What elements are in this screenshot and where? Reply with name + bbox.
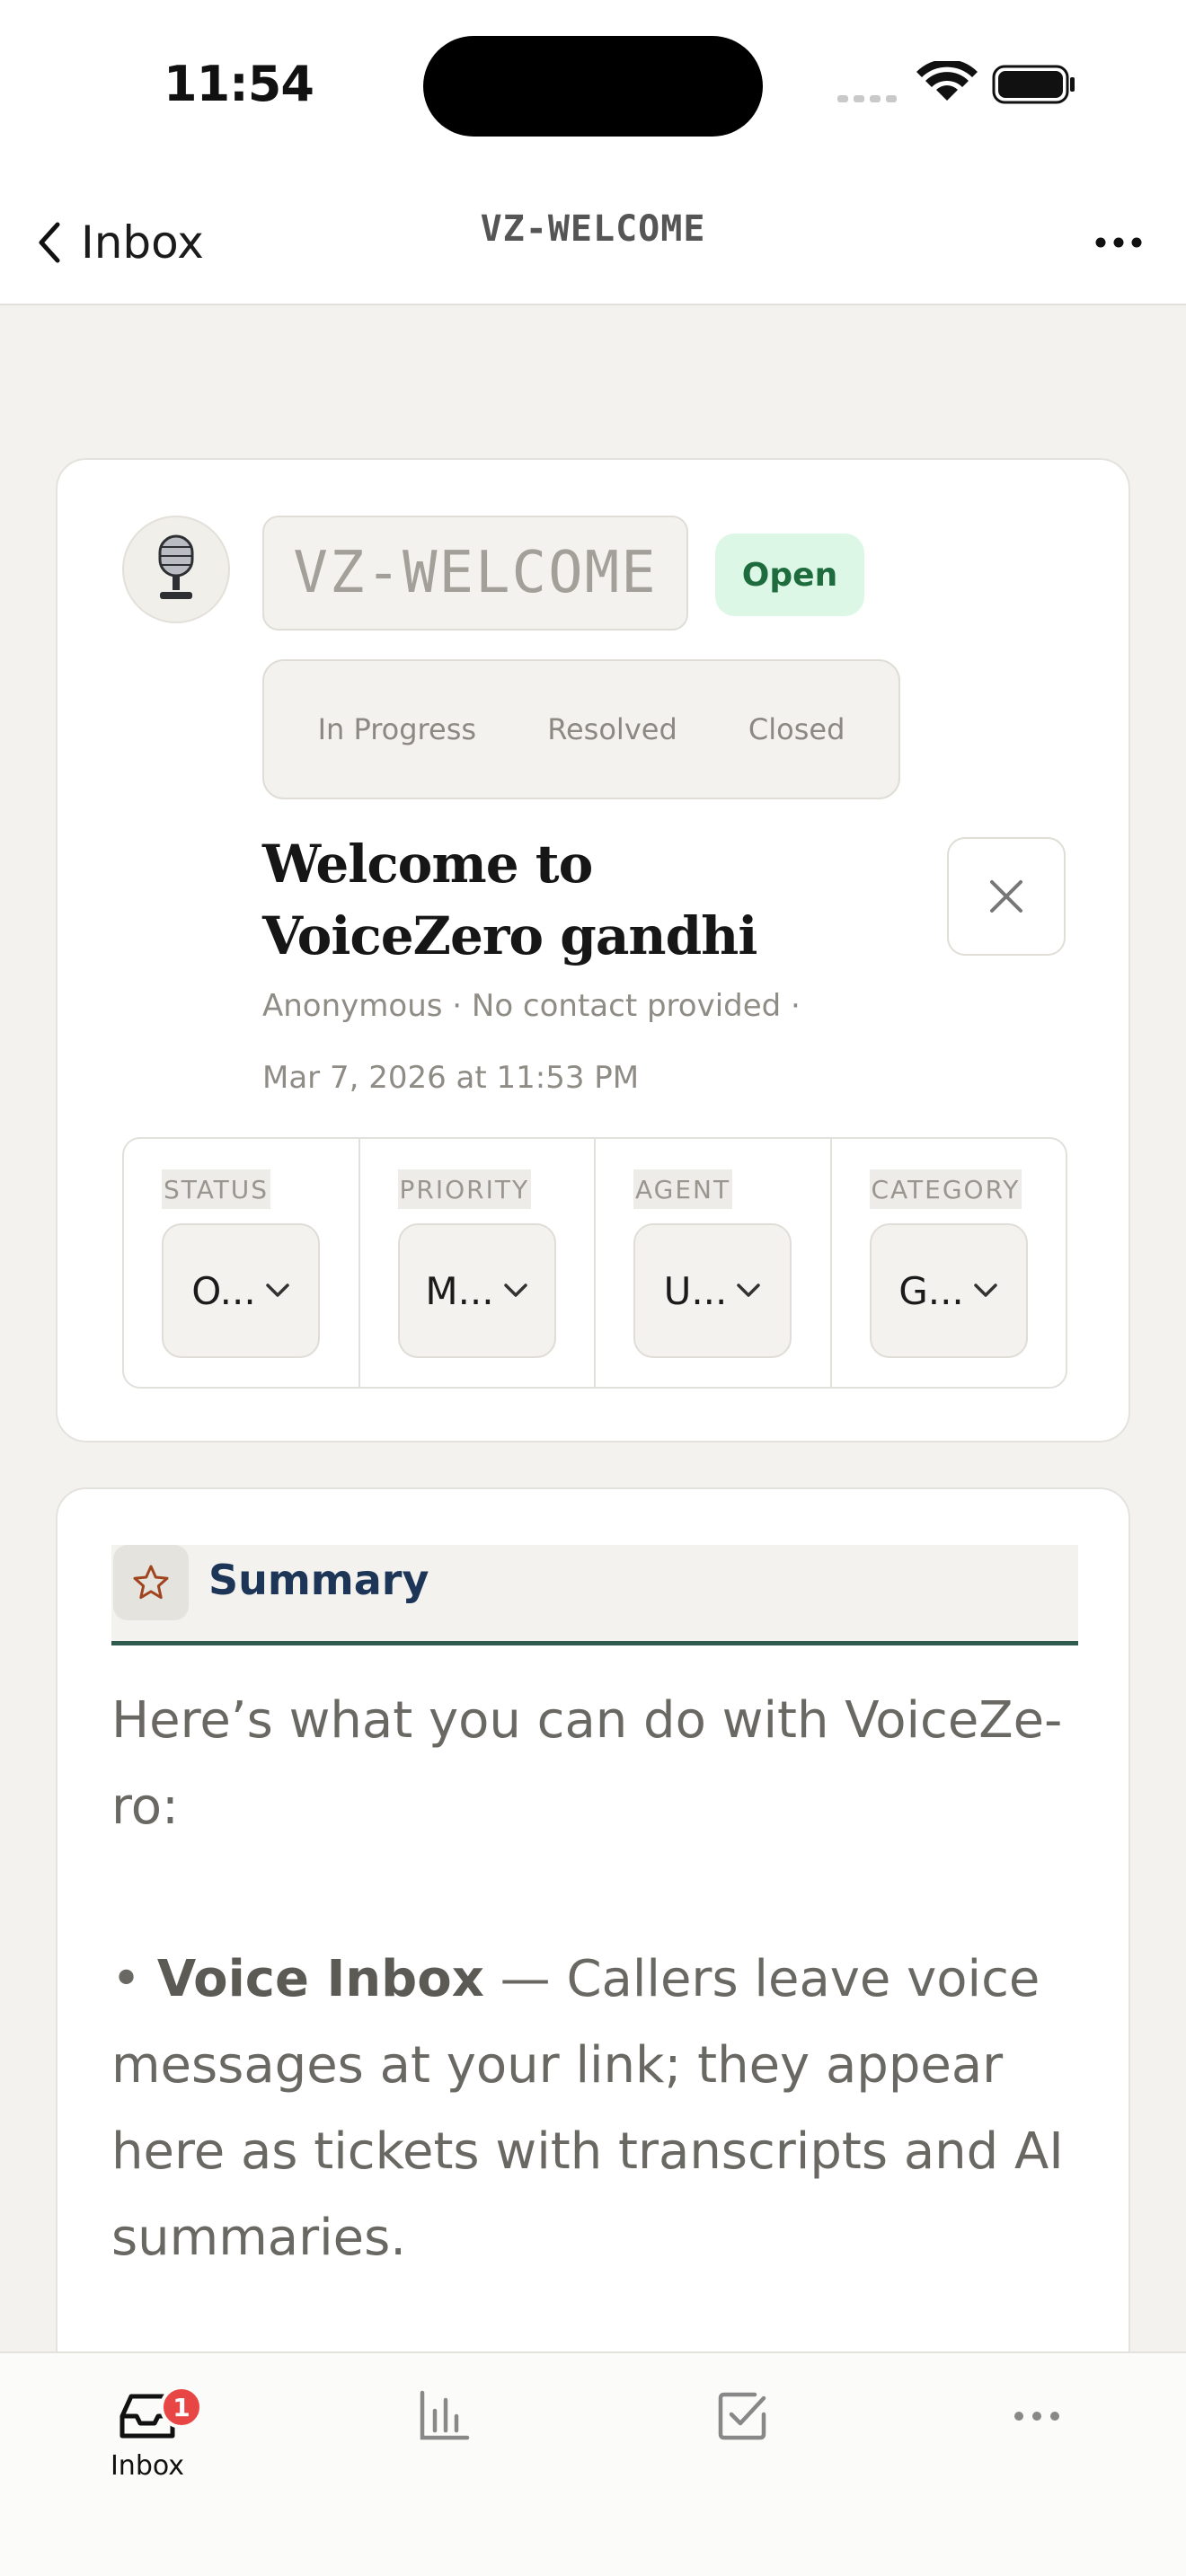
summary-text: Here’s what you can do with VoiceZe-ro: …: [111, 1678, 1091, 2281]
summary-bullet: • Voice Inbox — Callers leave voice mess…: [111, 1936, 1091, 2281]
agent-select-value: U...: [663, 1268, 728, 1313]
status-option-resolved[interactable]: Resolved: [547, 712, 677, 746]
bar-chart-icon: [420, 2390, 470, 2440]
ticket-timestamp: Mar 7, 2026 at 11:53 PM: [262, 1060, 640, 1096]
tab-tasks[interactable]: [679, 2389, 805, 2497]
tab-summary[interactable]: Summary: [111, 1545, 1078, 1645]
status-option-closed[interactable]: Closed: [748, 712, 845, 746]
category-field: CATEGORY G...: [832, 1139, 1067, 1387]
more-horizontal-icon: [1095, 237, 1142, 248]
chevron-down-icon: [737, 1284, 761, 1297]
close-icon: [990, 880, 1022, 913]
category-select-value: G...: [898, 1268, 964, 1313]
status-field-label: STATUS: [162, 1169, 271, 1209]
tab-inbox-label: Inbox: [110, 2450, 185, 2482]
priority-field-label: PRIORITY: [397, 1169, 532, 1209]
ticket-header-card: VZ-WELCOME Open In Progress Resolved Clo…: [56, 458, 1130, 1442]
bullet-title: Voice Inbox: [156, 1950, 484, 2008]
summary-intro: Here’s what you can do with VoiceZe-ro:: [111, 1691, 1063, 1836]
agent-select[interactable]: U...: [633, 1223, 792, 1358]
chevron-down-icon: [974, 1284, 997, 1297]
dynamic-island: [423, 36, 763, 137]
status-icons: [837, 61, 1075, 104]
status-segmented-control: In Progress Resolved Closed: [262, 659, 900, 799]
status-badge[interactable]: Open: [715, 534, 864, 616]
ticket-id[interactable]: VZ-WELCOME: [262, 516, 688, 631]
star-icon: [133, 1565, 169, 1600]
star-icon-container: [113, 1545, 189, 1620]
checkbox-icon: [718, 2392, 766, 2440]
ticket-title: Welcome to VoiceZero gandhi: [262, 834, 757, 966]
priority-select-value: M...: [425, 1268, 494, 1313]
ticket-contact-info: Anonymous · No contact provided ·: [262, 988, 801, 1024]
status-time: 11:54: [164, 56, 314, 112]
agent-field-label: AGENT: [633, 1169, 733, 1209]
status-bar: 11:54: [0, 0, 1186, 171]
more-horizontal-icon: [1014, 2412, 1059, 2421]
wifi-icon: [916, 61, 978, 101]
battery-icon: [992, 65, 1075, 104]
more-options-button[interactable]: [1087, 216, 1150, 269]
tab-inbox[interactable]: 1 Inbox: [84, 2386, 210, 2497]
category-select[interactable]: G...: [869, 1223, 1028, 1358]
tab-analytics[interactable]: [381, 2389, 507, 2497]
status-option-in-progress[interactable]: In Progress: [318, 712, 476, 746]
agent-field: AGENT U...: [596, 1139, 832, 1387]
priority-select[interactable]: M...: [397, 1223, 556, 1358]
navigation-bar: Inbox VZ-WELCOME: [0, 171, 1186, 305]
priority-field: PRIORITY M...: [360, 1139, 596, 1387]
close-button[interactable]: [947, 837, 1066, 956]
inbox-badge: 1: [160, 2386, 203, 2429]
chevron-down-icon: [503, 1284, 527, 1297]
bottom-tab-bar: 1 Inbox: [0, 2351, 1186, 2576]
status-select-value: O...: [191, 1268, 256, 1313]
summary-tab-label: Summary: [208, 1556, 429, 1604]
chevron-down-icon: [265, 1284, 289, 1297]
nav-title: VZ-WELCOME: [480, 208, 706, 250]
status-select[interactable]: O...: [162, 1223, 320, 1358]
avatar: [122, 516, 230, 623]
ticket-fields: STATUS O... PRIORITY M... AGENT U... CAT…: [122, 1137, 1067, 1389]
category-field-label: CATEGORY: [869, 1169, 1022, 1209]
tab-more[interactable]: [974, 2389, 1100, 2497]
microphone-icon: [158, 534, 194, 599]
status-field: STATUS O...: [124, 1139, 360, 1387]
signal-icon: [837, 95, 897, 102]
bullet-marker: •: [111, 1950, 157, 2008]
